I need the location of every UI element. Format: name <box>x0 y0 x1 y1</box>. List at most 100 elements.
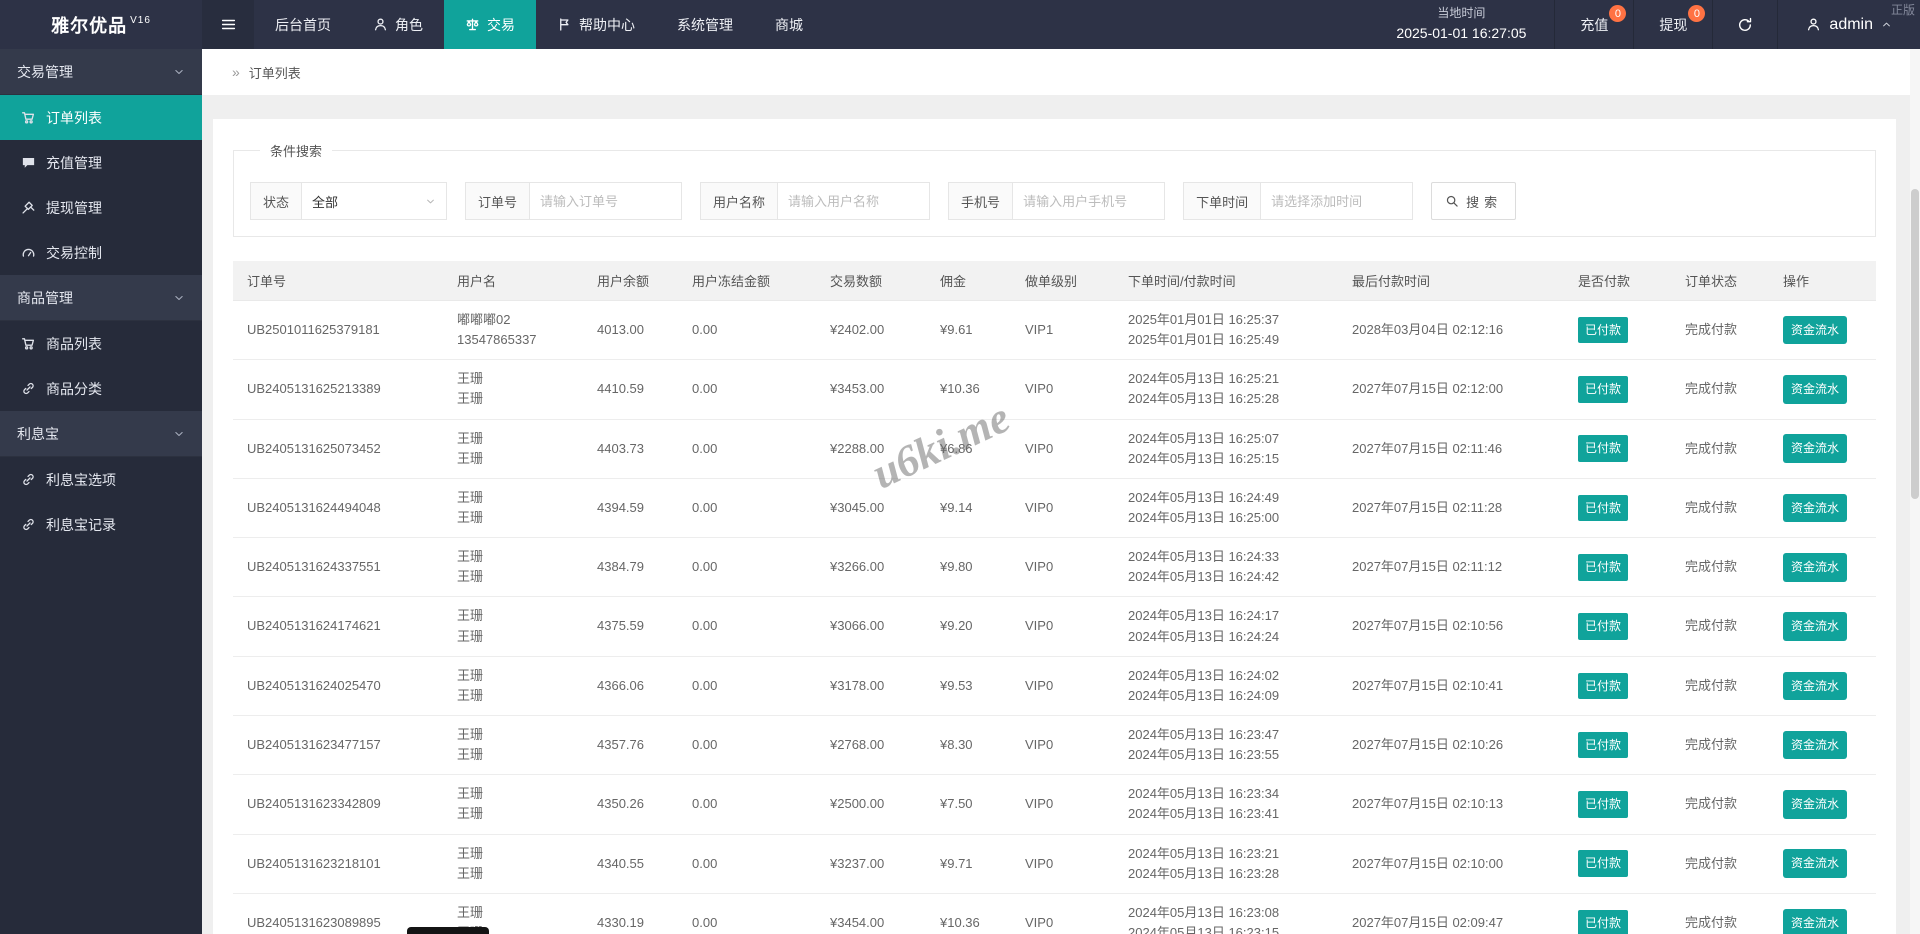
sidebar-item-label: 利息宝记录 <box>46 516 116 533</box>
paid-status-cell: 已付款 <box>1566 419 1673 479</box>
paid-status-cell: 已付款 <box>1566 359 1673 420</box>
paid-badge: 已付款 <box>1578 553 1629 581</box>
nav-item-label: 帮助中心 <box>579 16 635 33</box>
last-pay-time-cell: 2027年07月15日 02:10:41 <box>1340 656 1566 716</box>
nav-item-label: 后台首页 <box>275 16 331 33</box>
funds-flow-button[interactable]: 资金流水 <box>1783 315 1848 345</box>
balance-cell: 4350.26 <box>585 774 680 835</box>
sidebar-item-withdraw-mgmt[interactable]: 提现管理 <box>0 185 202 230</box>
gauge-icon <box>21 245 36 260</box>
frozen-amount-cell: 0.00 <box>680 715 818 776</box>
order-time-input[interactable] <box>1261 182 1414 220</box>
sidebar-group-trade-mgmt[interactable]: 交易管理 <box>0 49 202 95</box>
sidebar-item-label: 订单列表 <box>46 109 102 126</box>
table-row: UB2405131625213389 王珊 王珊 4410.59 0.00 ¥3453.0… <box>233 359 1876 420</box>
chevron-down-icon <box>173 428 185 440</box>
commission-cell: ¥10.36 <box>928 893 1013 934</box>
column-header: 下单时间/付款时间 <box>1116 261 1340 301</box>
commission-cell: ¥9.71 <box>928 834 1013 894</box>
sidebar-group-product-mgmt[interactable]: 商品管理 <box>0 275 202 321</box>
nav-item-mall[interactable]: 商城 <box>754 0 824 49</box>
paid-status-cell: 已付款 <box>1566 715 1673 776</box>
username-input[interactable] <box>778 182 931 220</box>
funds-flow-button[interactable]: 资金流水 <box>1783 849 1848 878</box>
action-cell: 资金流水 <box>1771 359 1876 420</box>
action-cell: 资金流水 <box>1771 834 1876 894</box>
phone-input[interactable] <box>1013 182 1166 220</box>
status-selected-value: 全部 <box>312 194 339 210</box>
sidebar-toggle-button[interactable] <box>202 0 254 49</box>
sidebar-item-label: 充值管理 <box>46 154 102 171</box>
column-header: 订单状态 <box>1673 261 1771 301</box>
content-card: 条件搜索 状态 全部 订单号 用户名称 手 <box>213 119 1896 934</box>
action-cell: 资金流水 <box>1771 774 1876 835</box>
search-panel-title: 条件搜索 <box>270 144 323 159</box>
paid-status-cell: 已付款 <box>1566 478 1673 539</box>
order-status-cell: 完成付款 <box>1673 656 1771 716</box>
order-pay-time-cell: 2024年05月13日 16:23:34 2024年05月13日 16:23:41 <box>1116 774 1340 835</box>
funds-flow-button[interactable]: 资金流水 <box>1783 552 1848 582</box>
sidebar-item-product-category[interactable]: 商品分类 <box>0 366 202 411</box>
main-nav: 后台首页 角色 交易 帮助中心 系统管理 商城 <box>254 0 824 49</box>
trade-amount-cell: ¥3178.00 <box>818 656 928 716</box>
nav-item-system[interactable]: 系统管理 <box>656 0 754 49</box>
sidebar: 交易管理订单列表充值管理提现管理 交易控制 商品管理 商品列表 商品分类 利息宝 利息宝选项… <box>0 49 202 934</box>
cart-icon <box>21 110 36 125</box>
nav-item-role[interactable]: 角色 <box>352 0 444 49</box>
withdraw-nav-button[interactable]: 提现 0 <box>1634 0 1712 49</box>
sidebar-group-lixibao[interactable]: 利息宝 <box>0 411 202 457</box>
funds-flow-button[interactable]: 资金流水 <box>1783 493 1848 523</box>
commission-cell: ¥6.86 <box>928 419 1013 479</box>
order-status-cell: 完成付款 <box>1673 419 1771 479</box>
funds-flow-button[interactable]: 资金流水 <box>1783 375 1848 404</box>
balance-cell: 4013.00 <box>585 300 680 361</box>
sidebar-item-lixibao-records[interactable]: 利息宝记录 <box>0 502 202 547</box>
balance-cell: 4340.55 <box>585 834 680 894</box>
sidebar-item-lixibao-options[interactable]: 利息宝选项 <box>0 457 202 502</box>
order-time-filter-group: 下单时间 <box>1183 182 1414 220</box>
nav-item-dashboard[interactable]: 后台首页 <box>254 0 352 49</box>
sidebar-item-recharge-mgmt[interactable]: 充值管理 <box>0 140 202 185</box>
sidebar-item-order-list[interactable]: 订单列表 <box>0 95 202 140</box>
recharge-nav-button[interactable]: 充值 0 <box>1555 0 1633 49</box>
funds-flow-button[interactable]: 资金流水 <box>1783 434 1848 463</box>
order-pay-time-cell: 2024年05月13日 16:24:33 2024年05月13日 16:24:42 <box>1116 537 1340 598</box>
username-cell: 王珊王珊 <box>445 359 585 420</box>
username-cell: 王珊王珊 <box>445 419 585 479</box>
balance-cell: 4394.59 <box>585 478 680 539</box>
nav-item-help[interactable]: 帮助中心 <box>536 0 656 49</box>
order-no-filter-group: 订单号 <box>465 182 683 220</box>
search-button[interactable]: 搜索 <box>1431 182 1517 220</box>
commission-cell: ¥9.14 <box>928 478 1013 539</box>
level-cell: VIP0 <box>1013 596 1116 657</box>
column-header: 操作 <box>1771 261 1876 301</box>
scrollbar-thumb[interactable] <box>1911 189 1919 499</box>
nav-item-label: 系统管理 <box>677 16 733 33</box>
level-cell: VIP1 <box>1013 300 1116 361</box>
username-cell: 王珊王珊 <box>445 656 585 716</box>
status-select[interactable]: 全部 <box>302 182 448 220</box>
order-status-cell: 完成付款 <box>1673 596 1771 657</box>
table-row: UB2405131623477157 王珊 王珊 4357.76 0.00 ¥2768.0… <box>233 715 1876 776</box>
sidebar-item-trade-control[interactable]: 交易控制 <box>0 230 202 275</box>
sidebar-item-product-list[interactable]: 商品列表 <box>0 321 202 366</box>
level-cell: VIP0 <box>1013 774 1116 835</box>
local-time-value: 2025-01-01 16:27:05 <box>1396 24 1527 41</box>
nav-item-trade[interactable]: 交易 <box>444 0 536 49</box>
paid-badge: 已付款 <box>1578 435 1629 462</box>
paid-badge: 已付款 <box>1578 613 1629 640</box>
funds-flow-button[interactable]: 资金流水 <box>1783 612 1848 641</box>
frozen-amount-cell: 0.00 <box>680 656 818 716</box>
funds-flow-button[interactable]: 资金流水 <box>1783 908 1848 934</box>
paid-badge: 已付款 <box>1578 731 1629 759</box>
person-icon <box>373 17 388 32</box>
funds-flow-button[interactable]: 资金流水 <box>1783 671 1848 701</box>
order-no-input[interactable] <box>530 182 683 220</box>
refresh-button[interactable] <box>1713 0 1777 49</box>
funds-flow-button[interactable]: 资金流水 <box>1783 790 1848 819</box>
action-cell: 资金流水 <box>1771 715 1876 776</box>
funds-flow-button[interactable]: 资金流水 <box>1783 730 1848 760</box>
balance-cell: 4330.19 <box>585 893 680 934</box>
paid-status-cell: 已付款 <box>1566 537 1673 598</box>
username-cell: 王珊王珊 <box>445 774 585 835</box>
